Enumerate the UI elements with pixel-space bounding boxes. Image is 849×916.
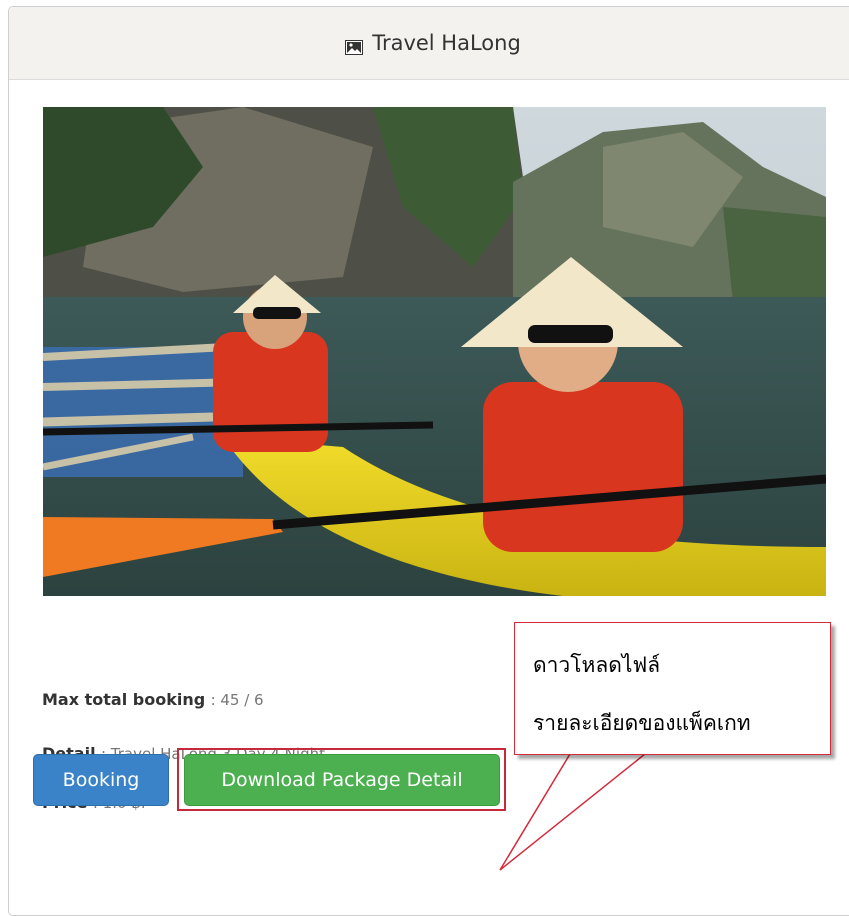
callout-pointer [499, 753, 648, 871]
callout-line-2: รายละเอียดของแพ็คเกท [533, 711, 751, 735]
callout-line-1: ดาวโหลดไฟล์ [533, 653, 661, 677]
annotation-callout: ดาวโหลดไฟล์ รายละเอียดของแพ็คเกท [514, 622, 831, 755]
